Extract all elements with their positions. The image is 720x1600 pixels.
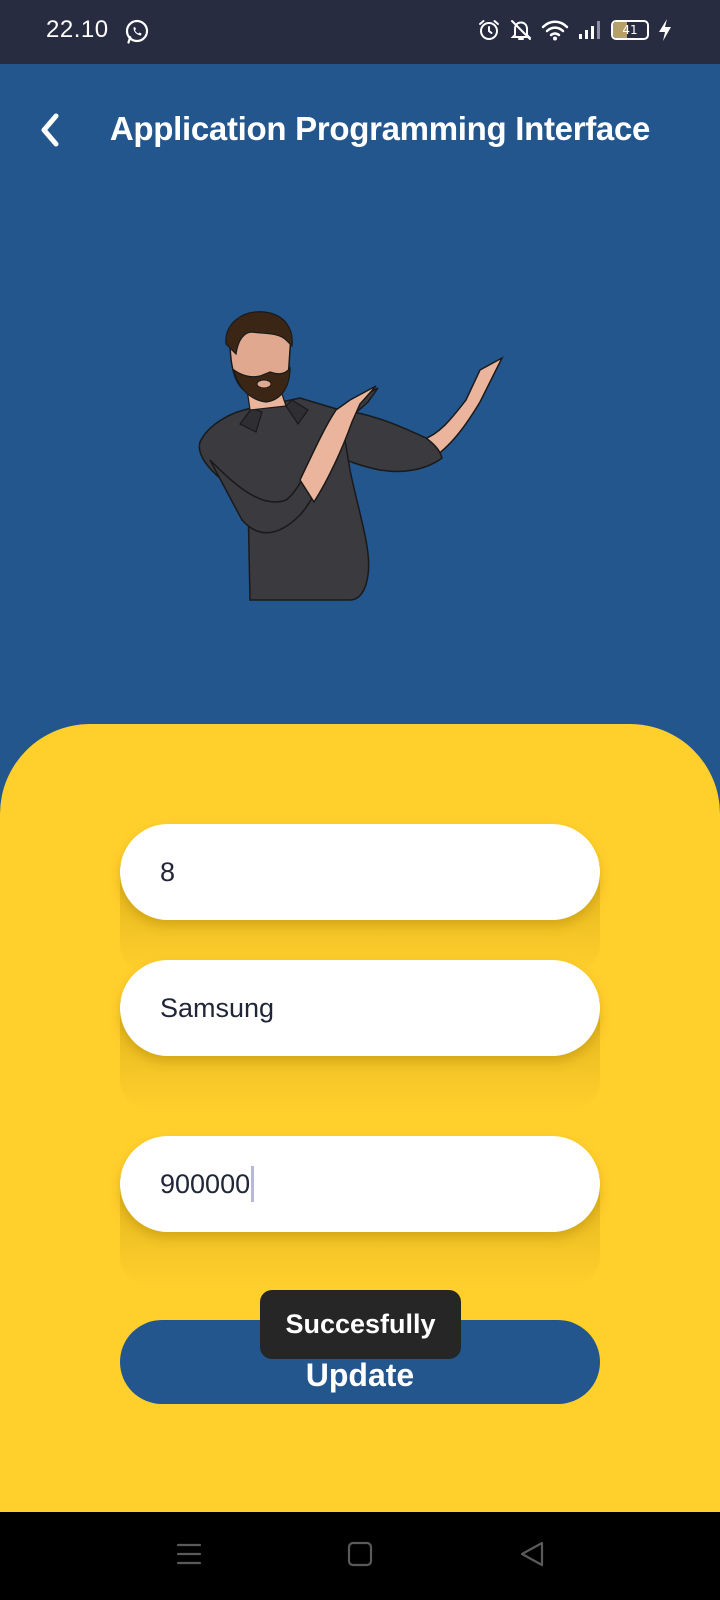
name-field-wrap: Samsung xyxy=(120,960,600,1110)
man-pointing-illustration xyxy=(190,310,530,610)
nav-bar xyxy=(0,1512,720,1600)
price-field-value: 900000 xyxy=(160,1168,251,1199)
whatsapp-icon xyxy=(124,19,150,45)
signal-icon xyxy=(578,19,602,41)
price-field[interactable]: 900000 xyxy=(120,1136,600,1232)
battery-level: 41 xyxy=(622,23,638,37)
alarm-icon xyxy=(477,18,501,42)
name-field-value: Samsung xyxy=(160,992,275,1023)
wifi-icon xyxy=(541,18,569,42)
back-button[interactable] xyxy=(30,112,70,152)
notifications-off-icon xyxy=(510,18,532,42)
menu-icon xyxy=(176,1541,202,1572)
text-caret xyxy=(251,1166,255,1202)
id-field[interactable]: 8 xyxy=(120,824,600,920)
chevron-left-icon xyxy=(37,112,63,153)
update-button-label: Update xyxy=(305,1356,415,1393)
home-button[interactable] xyxy=(340,1536,380,1576)
home-icon xyxy=(347,1541,373,1572)
status-time: 22.10 xyxy=(46,16,109,43)
name-field[interactable]: Samsung xyxy=(120,960,600,1056)
id-field-value: 8 xyxy=(160,856,176,887)
price-field-wrap: 900000 xyxy=(120,1136,600,1286)
app-header: Application Programming Interface xyxy=(0,64,720,204)
charging-icon xyxy=(658,18,672,42)
menu-button[interactable] xyxy=(169,1536,209,1576)
battery-icon: 41 xyxy=(611,20,649,40)
page-title: Application Programming Interface xyxy=(109,110,651,147)
back-triangle-icon xyxy=(518,1540,546,1573)
nav-back-button[interactable] xyxy=(512,1536,552,1576)
id-field-wrap: 8 xyxy=(120,824,600,974)
status-bar: 22.10 41 xyxy=(0,0,720,64)
toast-message: Succesfully xyxy=(260,1290,461,1359)
